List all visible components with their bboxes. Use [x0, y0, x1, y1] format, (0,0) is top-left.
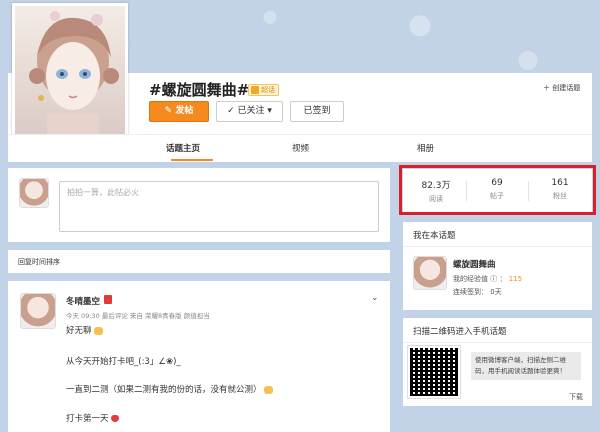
tab-home[interactable]: 话题主页	[166, 142, 200, 154]
info-icon[interactable]: ⓘ	[490, 275, 497, 283]
post-line: 好无聊	[66, 324, 104, 336]
my-topic-name[interactable]: 螺旋圆舞曲	[453, 258, 496, 270]
checkin-button[interactable]: 已签到	[290, 101, 344, 122]
edit-icon: ✎	[164, 106, 173, 116]
panel-title: 我在本话题	[413, 231, 456, 241]
caret-down-icon: ▾	[267, 106, 272, 116]
my-topic-panel: 我在本话题 螺旋圆舞曲 我的经验值 ⓘ ： 115 连续签到： 0天	[403, 222, 592, 310]
cat-emoji-icon	[94, 326, 104, 335]
heart-icon	[111, 415, 120, 422]
my-avatar[interactable]	[413, 256, 447, 290]
cat-emoji-icon	[264, 385, 274, 394]
post-meta: 今天 09:30 最后评论 来自 荣耀8青春版 颜值担当	[66, 312, 210, 320]
tab-video[interactable]: 视频	[292, 142, 309, 154]
topic-cover-image	[12, 3, 128, 151]
qr-panel: 扫描二维码进入手机话题 使用微博客户端，扫描左侧二维码，用手机阅读话题体验更爽！…	[403, 318, 592, 406]
topic-stats: 82.3万 阅读 69 帖子 161 粉丝	[403, 169, 592, 213]
feed-post: 冬晴墨空 ⌄ 今天 09:30 最后评论 来自 荣耀8青春版 颜值担当 好无聊 …	[8, 281, 390, 432]
post-author-avatar[interactable]	[20, 293, 56, 329]
my-streak: 连续签到： 0天	[453, 288, 502, 296]
composer-input[interactable]: 拍拍一算，此帖必火	[59, 181, 379, 232]
stat-fans[interactable]: 161 粉丝	[530, 178, 590, 201]
post-line: 从今天开始打卡吧_(:3」∠❀)_	[66, 357, 181, 367]
sort-bar: 回复时间排序	[8, 250, 390, 273]
qr-description: 使用微博客户端，扫描左侧二维码，用手机阅读话题体验更爽！	[471, 352, 581, 380]
user-avatar	[19, 178, 49, 208]
super-topic-badge: 超话	[248, 84, 279, 96]
plus-icon: ＋	[543, 84, 550, 92]
divider	[403, 246, 592, 247]
panel-title: 扫描二维码进入手机话题	[413, 327, 507, 337]
stat-divider	[528, 181, 529, 201]
download-link[interactable]: 下载	[569, 392, 583, 402]
stat-posts[interactable]: 69 帖子	[467, 178, 527, 201]
post-line: 打卡第一天	[66, 412, 120, 424]
check-icon: ✓	[227, 106, 235, 116]
create-topic-link[interactable]: ＋ 创建话题	[543, 83, 580, 93]
topic-title: #螺旋圆舞曲#	[149, 81, 250, 99]
member-badge-icon	[104, 295, 112, 304]
qr-code-icon	[407, 345, 461, 399]
colon: ：	[499, 275, 507, 283]
crown-icon	[251, 86, 259, 94]
chevron-down-icon[interactable]: ⌄	[371, 293, 379, 303]
my-exp: 我的经验值 ⓘ ： 115	[453, 275, 523, 283]
post-line: 一直到二测（如果二测有我的份的话，没有就公测）	[66, 383, 274, 395]
topic-tabs: 话题主页 视频 相册	[8, 134, 592, 161]
sort-by-reply-time[interactable]: 回复时间排序	[18, 257, 60, 267]
tab-album[interactable]: 相册	[417, 142, 434, 154]
post-composer: 拍拍一算，此帖必火	[8, 168, 390, 242]
post-author-name[interactable]: 冬晴墨空	[66, 295, 100, 307]
active-tab-indicator	[171, 159, 213, 161]
divider	[403, 342, 592, 343]
post-button[interactable]: ✎ 发帖	[149, 101, 209, 122]
follow-button[interactable]: ✓ 已关注 ▾	[216, 101, 283, 122]
stat-reads[interactable]: 82.3万 阅读	[406, 178, 466, 204]
